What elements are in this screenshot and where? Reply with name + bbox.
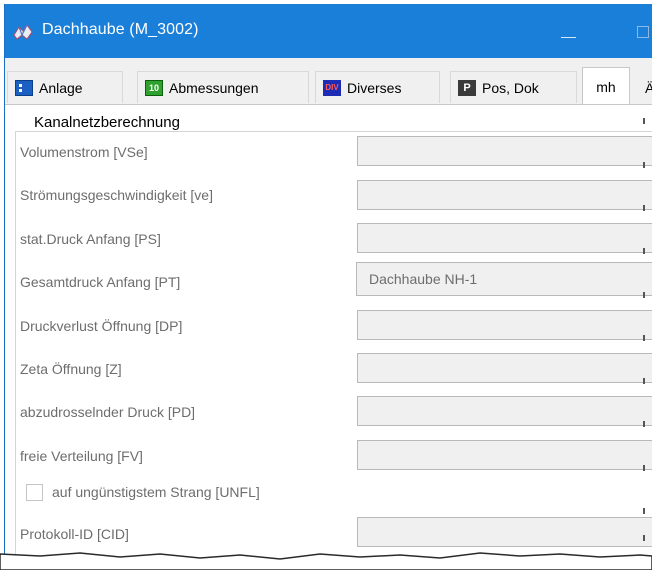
tab-label: Pos, Dok [482, 79, 539, 96]
title-bar: Dachhaube (M_3002) [5, 4, 652, 58]
gesamtdruck-field[interactable] [356, 262, 652, 296]
app-icon [13, 24, 33, 40]
volumenstrom-field[interactable] [357, 136, 652, 166]
stroemungsgeschwindigkeit-field[interactable] [357, 180, 652, 210]
field-label-protokoll-id: Protokoll-ID [CID] [20, 526, 129, 542]
tab-diverses[interactable]: DIV Diverses [315, 71, 440, 103]
tab-label: Anlage [39, 79, 83, 96]
tab-label: Abmessungen [169, 79, 259, 96]
group-title: Kanalnetzberechnung [30, 114, 184, 131]
tab-mh[interactable]: mh [582, 67, 630, 105]
field-label-zeta: Zeta Öffnung [Z] [20, 361, 122, 377]
druckverlust-field[interactable] [357, 310, 652, 340]
field-label-volumenstrom: Volumenstrom [VSe] [20, 144, 148, 160]
tab-pos-dok[interactable]: P Pos, Dok [450, 71, 577, 103]
tab-overflow-label[interactable]: Ä [645, 80, 652, 96]
scroll-edge-marks [643, 110, 651, 560]
abzudrosselnder-druck-field[interactable] [357, 396, 652, 426]
field-label-freie-verteilung: freie Verteilung [FV] [20, 448, 143, 464]
tab-label: Diverses [347, 79, 402, 96]
pos-dok-icon: P [458, 79, 476, 96]
anlage-icon [15, 79, 33, 96]
zeta-field[interactable] [357, 353, 652, 383]
restore-icon[interactable] [637, 26, 649, 38]
minimize-icon[interactable] [560, 24, 578, 38]
abmessungen-icon: 10 [145, 79, 163, 96]
tab-strip: Anlage 10 Abmessungen DIV Diverses P Pos… [5, 58, 652, 106]
field-label-gesamtdruck: Gesamtdruck Anfang [PT] [20, 274, 181, 290]
diverses-icon: DIV [323, 79, 341, 96]
field-label-stat-druck: stat.Druck Anfang [PS] [20, 231, 161, 247]
stat-druck-field[interactable] [357, 223, 652, 253]
unfl-checkbox-label: auf ungünstigstem Strang [UNFL] [52, 484, 260, 500]
window-title: Dachhaube (M_3002) [42, 21, 199, 38]
freie-verteilung-field[interactable] [357, 440, 652, 470]
protokoll-id-field[interactable] [357, 517, 652, 547]
tab-anlage[interactable]: Anlage [7, 71, 123, 103]
tab-label: mh [596, 78, 616, 95]
tab-abmessungen[interactable]: 10 Abmessungen [137, 71, 309, 103]
field-label-abzudrosselnder-druck: abzudrosselnder Druck [PD] [20, 404, 196, 420]
field-label-druckverlust: Druckverlust Öffnung [DP] [20, 318, 183, 334]
field-label-stroemungsgeschwindigkeit: Strömungsgeschwindigkeit [ve] [20, 187, 213, 203]
unfl-checkbox[interactable] [26, 484, 43, 501]
torn-edge [0, 552, 652, 570]
